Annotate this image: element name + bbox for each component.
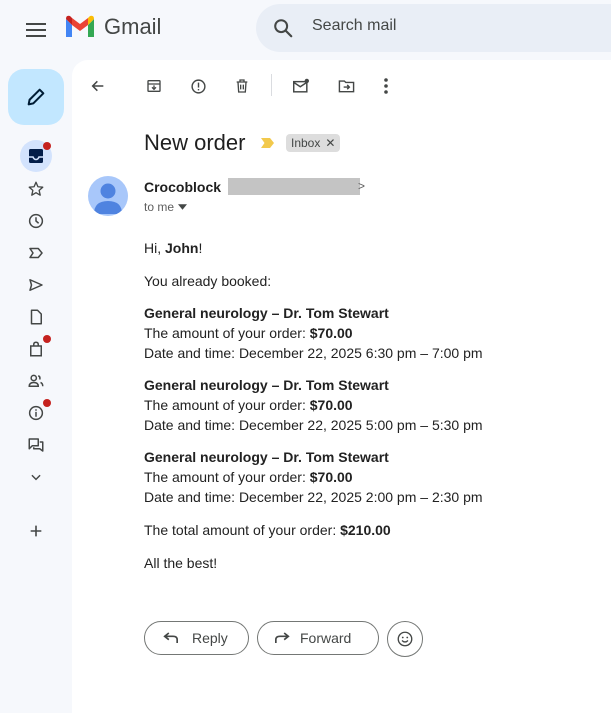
archive-icon <box>147 80 161 92</box>
sidebar <box>0 60 72 713</box>
send-icon <box>29 279 43 291</box>
smiley-icon <box>397 631 413 647</box>
search-input[interactable] <box>310 16 611 36</box>
message-body: Hi, John! You already booked: General ne… <box>144 238 584 573</box>
archive-button[interactable] <box>140 72 168 100</box>
signoff: All the best! <box>144 555 218 571</box>
gmail-m-icon <box>66 15 94 37</box>
email-bracket-close: > <box>358 179 366 193</box>
booking-datetime: Date and time: December 22, 2025 2:00 pm… <box>144 489 483 505</box>
notification-dot <box>43 335 51 343</box>
intro-text: You already booked: <box>144 273 272 289</box>
recipients-details[interactable]: to me <box>144 200 188 214</box>
trash-icon <box>236 79 248 93</box>
order-total: The total amount of your order: $210.00 <box>144 522 391 538</box>
app-name: Gmail <box>104 14 162 39</box>
shopping-bag-icon <box>30 341 42 357</box>
pencil-icon <box>27 88 45 106</box>
greeting: Hi, John! <box>144 240 203 256</box>
booking-service: General neurology – Dr. Tom Stewart <box>144 449 389 465</box>
sidebar-item-updates[interactable] <box>20 397 52 429</box>
sidebar-item-inbox[interactable] <box>20 140 52 172</box>
label-important-icon <box>29 247 43 259</box>
chevron-down-icon <box>31 474 41 481</box>
booking-service: General neurology – Dr. Tom Stewart <box>144 305 389 321</box>
booking-amount: The amount of your order: $70.00 <box>144 325 353 341</box>
reply-icon <box>163 632 178 643</box>
forum-icon <box>28 438 44 452</box>
remove-label-icon[interactable]: ✕ <box>325 136 335 150</box>
search-icon[interactable] <box>272 17 294 39</box>
info-icon <box>28 405 44 421</box>
message-view: New order Inbox ✕ Crocoblock > to me Hi,… <box>72 60 611 713</box>
report-icon <box>190 78 206 94</box>
top-bar: Gmail <box>0 0 611 60</box>
plus-icon <box>30 525 42 537</box>
people-icon <box>28 374 44 387</box>
move-to-button[interactable] <box>332 72 360 100</box>
inbox-label-chip[interactable]: Inbox ✕ <box>286 134 341 152</box>
sender-email-redacted <box>228 178 360 195</box>
more-vert-icon <box>384 78 388 94</box>
draft-icon <box>30 309 42 325</box>
forward-button[interactable]: Forward <box>257 621 379 655</box>
toolbar-divider <box>271 74 272 96</box>
notification-dot <box>43 142 51 150</box>
main-menu-button[interactable] <box>22 16 50 44</box>
clock-icon <box>28 213 44 229</box>
booking-item: General neurology – Dr. Tom Stewart The … <box>144 303 584 363</box>
message-subject: New order <box>144 130 246 155</box>
booking-amount: The amount of your order: $70.00 <box>144 469 353 485</box>
more-options-button[interactable] <box>372 72 400 100</box>
forward-icon <box>275 632 290 643</box>
sidebar-item-social[interactable] <box>20 365 52 397</box>
star-icon <box>28 181 44 196</box>
important-marker-icon[interactable] <box>261 137 275 149</box>
sidebar-item-purchases[interactable] <box>20 333 52 365</box>
reply-label: Reply <box>192 630 228 646</box>
booking-amount: The amount of your order: $70.00 <box>144 397 353 413</box>
sidebar-item-forums[interactable] <box>20 429 52 461</box>
compose-button[interactable] <box>8 69 64 125</box>
recipient-text: to me <box>144 200 175 214</box>
reply-button[interactable]: Reply <box>144 621 249 655</box>
booking-datetime: Date and time: December 22, 2025 6:30 pm… <box>144 345 483 361</box>
sidebar-item-snoozed[interactable] <box>20 205 52 237</box>
inbox-icon <box>29 149 43 163</box>
booking-datetime: Date and time: December 22, 2025 5:00 pm… <box>144 417 483 433</box>
label-name: Inbox <box>291 136 321 150</box>
recipient-name: John <box>165 240 199 256</box>
mark-unread-button[interactable] <box>287 72 315 100</box>
back-button[interactable] <box>84 72 112 100</box>
emoji-reaction-button[interactable] <box>387 621 423 657</box>
search-bar[interactable] <box>256 4 611 52</box>
notification-dot <box>43 399 51 407</box>
booking-item: General neurology – Dr. Tom Stewart The … <box>144 375 584 435</box>
move-to-folder-icon <box>338 80 354 93</box>
sidebar-item-starred[interactable] <box>20 173 52 205</box>
sender-avatar[interactable] <box>88 176 128 216</box>
hamburger-menu-icon <box>26 23 46 37</box>
booking-service: General neurology – Dr. Tom Stewart <box>144 377 389 393</box>
arrow-back-icon <box>91 80 104 92</box>
sender-name[interactable]: Crocoblock <box>144 179 221 195</box>
sidebar-item-important[interactable] <box>20 237 52 269</box>
gmail-logo[interactable]: Gmail <box>64 14 161 40</box>
delete-button[interactable] <box>228 72 256 100</box>
caret-down-icon <box>178 204 188 210</box>
person-icon <box>94 183 122 214</box>
mark-unread-icon <box>293 78 309 93</box>
sidebar-item-more[interactable] <box>20 461 52 493</box>
new-label-button[interactable] <box>20 515 52 547</box>
report-spam-button[interactable] <box>184 72 212 100</box>
sidebar-item-drafts[interactable] <box>20 301 52 333</box>
sidebar-item-sent[interactable] <box>20 269 52 301</box>
booking-item: General neurology – Dr. Tom Stewart The … <box>144 447 584 507</box>
forward-label: Forward <box>300 630 352 646</box>
